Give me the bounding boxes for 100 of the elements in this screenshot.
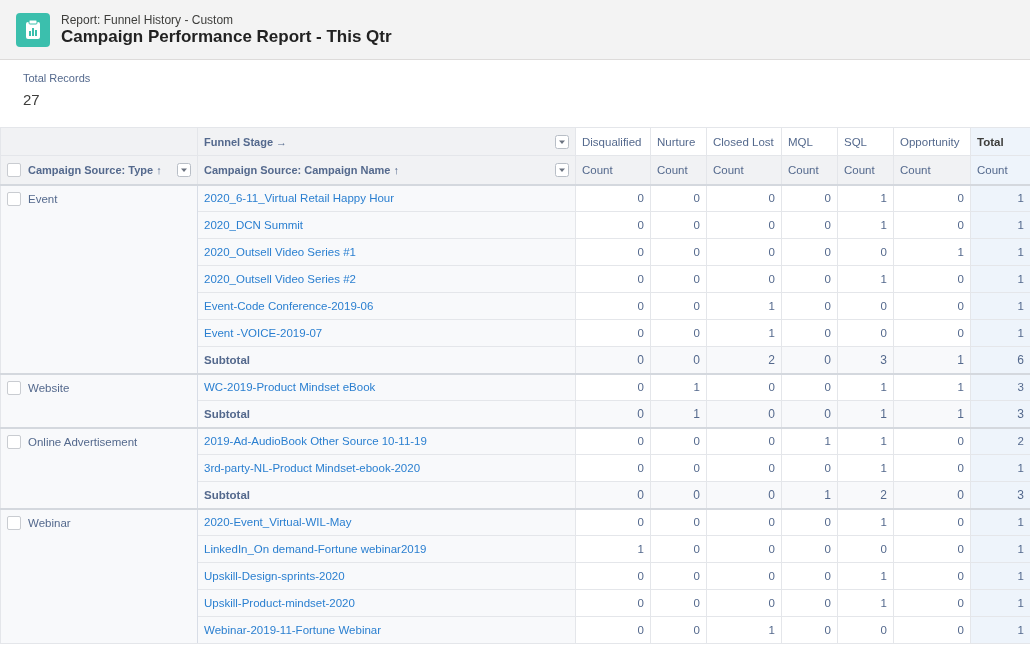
dropdown-icon[interactable]	[177, 162, 191, 177]
stage-header: MQL	[781, 127, 838, 156]
count-cell: 2	[706, 346, 782, 374]
count-cell: 1	[650, 373, 707, 401]
count-cell: 0	[893, 481, 971, 509]
stage-header: Disqualified	[575, 127, 651, 156]
checkbox[interactable]	[7, 380, 21, 395]
count-cell: 0	[706, 238, 782, 266]
stage-header: SQL	[837, 127, 894, 156]
count-cell: 0	[893, 562, 971, 590]
count-cell: 1	[706, 292, 782, 320]
count-cell: 1	[837, 427, 894, 455]
count-cell: 0	[575, 373, 651, 401]
count-cell: 0	[706, 184, 782, 212]
total-header: Total	[970, 127, 1030, 156]
group-label: Webinar	[28, 516, 71, 529]
count-cell: 0	[575, 211, 651, 239]
count-cell: 0	[575, 508, 651, 536]
count-cell: 1	[893, 346, 971, 374]
count-cell: 0	[575, 400, 651, 428]
checkbox[interactable]	[7, 162, 21, 177]
count-cell: 0	[575, 481, 651, 509]
count-cell: 1	[837, 373, 894, 401]
count-cell: 0	[893, 184, 971, 212]
stage-header: Closed Lost	[706, 127, 782, 156]
group-label: Event	[28, 192, 58, 205]
subtotal-label: Subtotal	[204, 407, 250, 420]
stage-header: Opportunity	[893, 127, 971, 156]
subtotal-label: Subtotal	[204, 353, 250, 366]
campaign-link[interactable]: Upskill-Design-sprints-2020	[204, 570, 345, 582]
measure-header: Count	[575, 155, 651, 185]
report-title: Campaign Performance Report - This Qtr	[61, 26, 392, 47]
checkbox[interactable]	[7, 515, 21, 530]
subtotal-label: Subtotal	[204, 488, 250, 501]
count-cell: 0	[893, 589, 971, 617]
count-cell: 0	[650, 508, 707, 536]
count-cell: 0	[706, 265, 782, 293]
count-cell: 0	[575, 454, 651, 482]
count-cell: 0	[781, 373, 838, 401]
count-cell: 0	[575, 319, 651, 347]
count-cell: 0	[893, 292, 971, 320]
count-cell: 1	[706, 616, 782, 644]
count-cell: 0	[575, 589, 651, 617]
count-cell: 0	[893, 427, 971, 455]
count-cell: 0	[893, 211, 971, 239]
count-cell: 0	[893, 265, 971, 293]
group-label: Website	[28, 381, 70, 394]
campaign-link[interactable]: Upskill-Product-mindset-2020	[204, 597, 355, 609]
campaign-link[interactable]: 2020-Event_Virtual-WIL-May	[204, 516, 352, 529]
count-cell: 0	[575, 616, 651, 644]
measure-header: Count	[781, 155, 838, 185]
report-type: Report: Funnel History - Custom	[61, 12, 235, 27]
count-cell: 0	[893, 535, 971, 563]
count-cell: 0	[575, 184, 651, 212]
campaign-link[interactable]: 2020_Outsell Video Series #1	[204, 246, 356, 258]
count-cell: 0	[575, 427, 651, 455]
report-icon	[16, 12, 50, 47]
total-cell: 2	[970, 427, 1030, 455]
count-cell: 0	[706, 589, 782, 617]
count-cell: 1	[781, 427, 838, 455]
total-records-value: 27	[23, 91, 41, 108]
total-cell: 3	[970, 373, 1030, 401]
count-cell: 0	[781, 508, 838, 536]
total-cell: 1	[970, 508, 1030, 536]
checkbox[interactable]	[7, 434, 21, 449]
count-cell: 0	[706, 481, 782, 509]
count-cell: 0	[706, 211, 782, 239]
campaign-link[interactable]: 2020_DCN Summit	[204, 219, 304, 231]
column-group-header: Funnel Stage →	[204, 135, 288, 148]
measure-header: Count	[893, 155, 971, 185]
count-cell: 0	[575, 346, 651, 374]
count-cell: 1	[893, 400, 971, 428]
count-cell: 0	[893, 616, 971, 644]
group-label: Online Advertisement	[28, 435, 138, 448]
campaign-link[interactable]: Event -VOICE-2019-07	[204, 327, 323, 339]
count-cell: 0	[706, 508, 782, 536]
count-cell: 1	[893, 238, 971, 266]
campaign-link[interactable]: 2020_Outsell Video Series #2	[204, 273, 356, 285]
count-cell: 0	[706, 562, 782, 590]
count-cell: 0	[706, 373, 782, 401]
count-cell: 0	[706, 535, 782, 563]
count-cell: 0	[893, 454, 971, 482]
count-cell: 1	[837, 508, 894, 536]
count-cell: 0	[706, 454, 782, 482]
count-cell: 0	[893, 319, 971, 347]
campaign-link[interactable]: Event-Code Conference-2019-06	[204, 300, 374, 312]
measure-header: Count	[650, 155, 707, 185]
measure-header: Count	[837, 155, 894, 185]
checkbox[interactable]	[7, 191, 21, 206]
count-cell: 0	[706, 400, 782, 428]
measure-header: Count	[970, 155, 1030, 185]
dropdown-icon[interactable]	[555, 162, 569, 177]
stage-header: Nurture	[650, 127, 707, 156]
count-cell: 0	[650, 427, 707, 455]
count-cell: 1	[575, 535, 651, 563]
count-cell: 1	[893, 373, 971, 401]
dropdown-icon[interactable]	[555, 134, 569, 149]
count-cell: 0	[575, 292, 651, 320]
count-cell: 0	[893, 508, 971, 536]
total-records-label: Total Records	[23, 72, 92, 84]
